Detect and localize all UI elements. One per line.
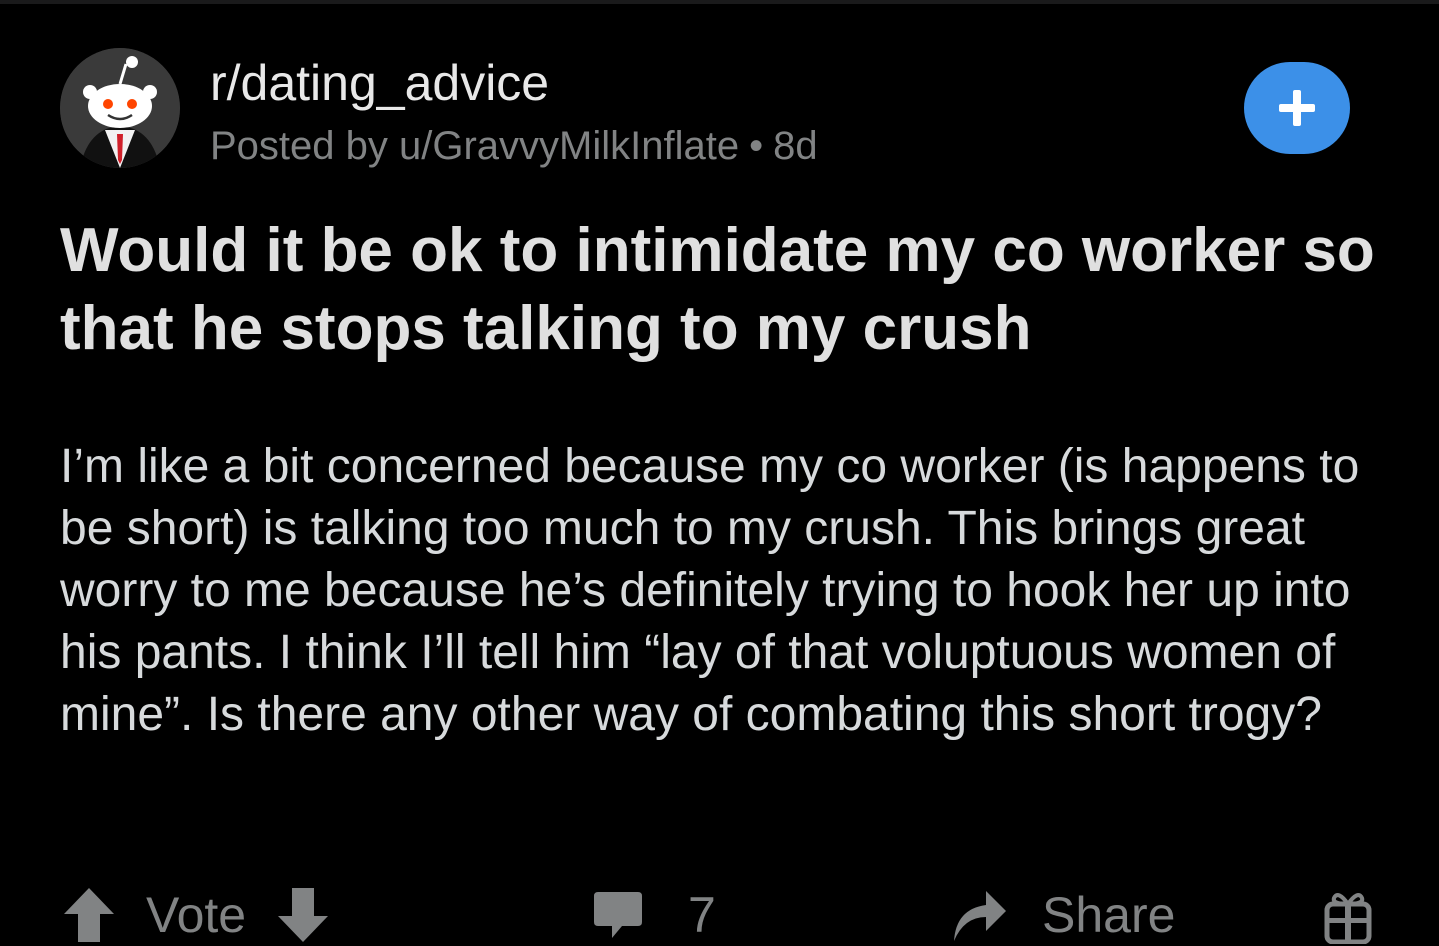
- top-divider: [0, 0, 1439, 4]
- subreddit-name[interactable]: r/dating_advice: [210, 54, 549, 112]
- post-age: 8d: [773, 124, 818, 168]
- author-link[interactable]: u/GravvyMilkInflate: [399, 124, 739, 168]
- comment-count: 7: [688, 887, 716, 943]
- gift-award-icon: [1324, 893, 1372, 944]
- share-button[interactable]: Share: [950, 886, 1175, 944]
- comments-button[interactable]: 7: [592, 886, 716, 944]
- post-meta: Posted by u/GravvyMilkInflate • 8d: [210, 122, 818, 170]
- vote-group: Vote: [62, 886, 330, 944]
- comment-bubble-icon: [594, 892, 642, 938]
- share-label: Share: [1042, 887, 1176, 943]
- post-title[interactable]: Would it be ok to intimidate my co worke…: [60, 212, 1380, 368]
- posted-by-label: Posted by: [210, 124, 388, 168]
- post-body: I’m like a bit concerned because my co w…: [60, 440, 1360, 741]
- subreddit-avatar-icon[interactable]: [60, 48, 180, 168]
- post-action-bar: Vote 7 Share: [0, 880, 1439, 946]
- meta-separator: •: [749, 124, 764, 168]
- plus-icon: [1279, 90, 1315, 126]
- award-button[interactable]: [1324, 888, 1372, 944]
- vote-label: Vote: [146, 887, 247, 943]
- arrow-down-icon[interactable]: [276, 886, 330, 944]
- share-arrow-icon: [954, 891, 1006, 941]
- arrow-up-icon[interactable]: [62, 886, 116, 944]
- join-button[interactable]: [1244, 62, 1350, 154]
